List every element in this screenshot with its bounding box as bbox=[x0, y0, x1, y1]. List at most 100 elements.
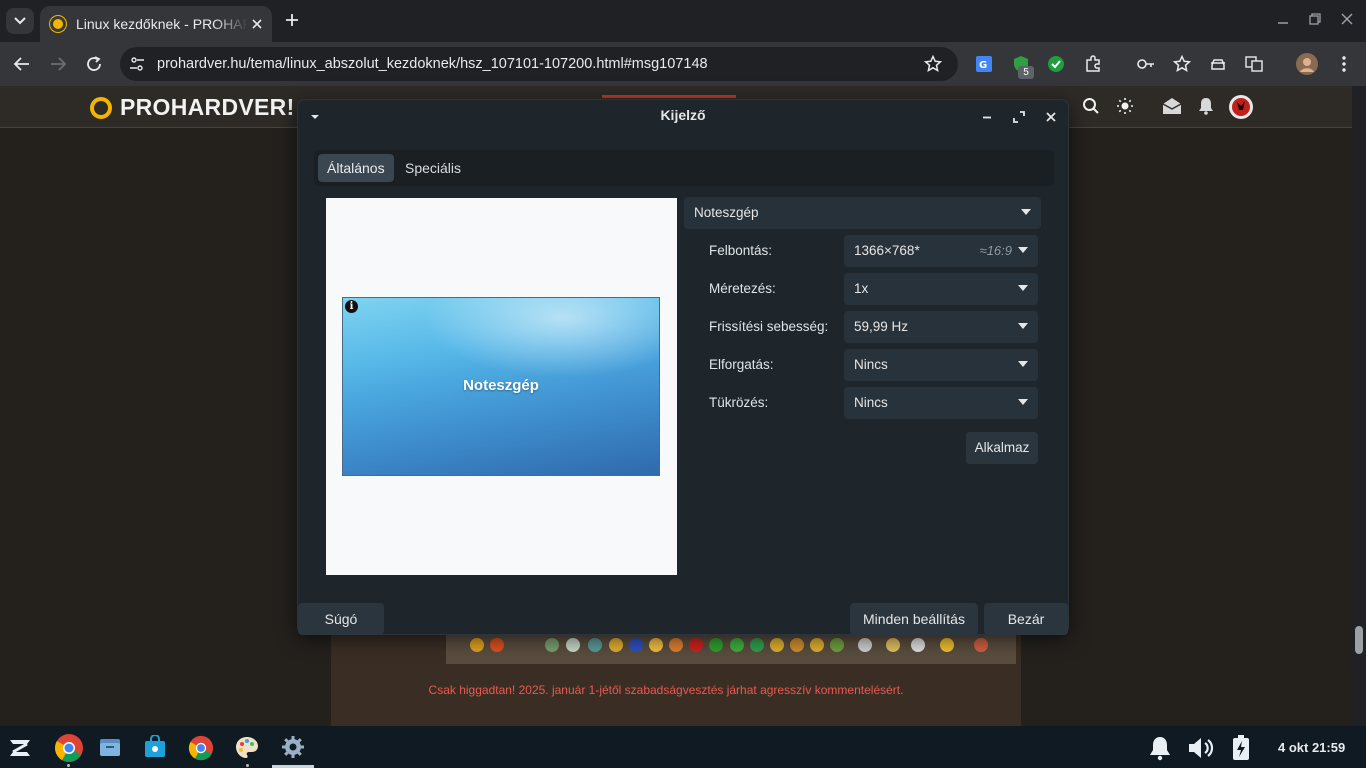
resolution-value: 1366×768* bbox=[854, 243, 920, 258]
apply-button[interactable]: Alkalmaz bbox=[966, 432, 1038, 464]
smiley-icon[interactable] bbox=[858, 638, 872, 652]
reload-button[interactable] bbox=[83, 53, 105, 75]
site-logo[interactable]: PROHARDVER! bbox=[90, 94, 295, 121]
smiley-icon[interactable] bbox=[629, 638, 643, 652]
search-icon[interactable] bbox=[1082, 97, 1100, 115]
monitor-preview[interactable]: i Noteszgép bbox=[342, 297, 660, 476]
prohardver-favicon-icon bbox=[50, 16, 66, 32]
volume-icon[interactable] bbox=[1187, 735, 1214, 761]
close-button[interactable]: Bezár bbox=[984, 603, 1068, 635]
mail-icon[interactable] bbox=[1162, 97, 1182, 115]
files-icon[interactable] bbox=[98, 735, 124, 761]
paint-palette-icon[interactable] bbox=[234, 735, 260, 761]
back-button[interactable] bbox=[11, 53, 33, 75]
smiley-icon[interactable] bbox=[730, 638, 744, 652]
tab-advanced[interactable]: Speciális bbox=[396, 154, 470, 182]
scrollbar-thumb[interactable] bbox=[1355, 626, 1363, 654]
refresh-rate-select[interactable]: 59,99 Hz bbox=[844, 311, 1038, 343]
clock[interactable]: 4 okt 21:59 bbox=[1278, 740, 1345, 755]
rotation-label: Elforgatás: bbox=[709, 357, 774, 372]
smiley-icon[interactable] bbox=[609, 638, 623, 652]
smiley-icon[interactable] bbox=[790, 638, 804, 652]
smiley-icon[interactable] bbox=[940, 638, 954, 652]
dialog-close-button[interactable] bbox=[1044, 110, 1058, 124]
bookmark-star-icon[interactable] bbox=[924, 55, 942, 73]
check-extension-icon[interactable] bbox=[1045, 53, 1067, 75]
battery-charging-icon[interactable] bbox=[1230, 735, 1256, 761]
url-text: prohardver.hu/tema/linux_abszolut_kezdok… bbox=[157, 56, 708, 72]
bookmarks-star-icon[interactable] bbox=[1171, 53, 1193, 75]
arrow-right-icon bbox=[51, 57, 67, 71]
help-button[interactable]: Súgó bbox=[298, 603, 384, 635]
mirroring-select[interactable]: Nincs bbox=[844, 387, 1038, 419]
scaling-label: Méretezés: bbox=[709, 281, 776, 296]
browser-menu-icon[interactable] bbox=[1333, 53, 1355, 75]
password-key-icon[interactable] bbox=[1135, 53, 1157, 75]
plus-icon bbox=[286, 14, 298, 26]
smiley-icon[interactable] bbox=[770, 638, 784, 652]
window-minimize-button[interactable] bbox=[1276, 12, 1290, 26]
site-settings-icon[interactable] bbox=[129, 56, 145, 72]
page-scrollbar[interactable] bbox=[1352, 86, 1366, 726]
all-settings-button[interactable]: Minden beállítás bbox=[850, 603, 978, 635]
minimize-icon bbox=[983, 116, 991, 119]
notification-bell-icon[interactable] bbox=[1147, 735, 1173, 761]
refresh-rate-value: 59,99 Hz bbox=[854, 319, 909, 334]
dropdown-arrow-icon bbox=[1018, 399, 1028, 405]
chevron-down-icon bbox=[14, 17, 26, 25]
new-tab-button[interactable] bbox=[282, 10, 302, 30]
google-translate-extension-icon[interactable]: G bbox=[973, 53, 995, 75]
browser-tab[interactable]: Linux kezdőknek - PROHARDVER! Téma bbox=[40, 6, 272, 42]
rotation-value: Nincs bbox=[854, 357, 888, 372]
smiley-icon[interactable] bbox=[588, 638, 602, 652]
resolution-select[interactable]: 1366×768* ≈16:9 bbox=[844, 235, 1038, 267]
dropdown-arrow-icon bbox=[1018, 285, 1028, 291]
monitor-label: Noteszgép bbox=[463, 377, 539, 394]
smiley-icon[interactable] bbox=[490, 638, 504, 652]
smiley-icon[interactable] bbox=[974, 638, 988, 652]
mirroring-value: Nincs bbox=[854, 395, 888, 410]
smiley-icon[interactable] bbox=[750, 638, 764, 652]
smiley-icon[interactable] bbox=[470, 638, 484, 652]
smiley-icon[interactable] bbox=[911, 638, 925, 652]
smiley-icon[interactable] bbox=[649, 638, 663, 652]
smiley-icon[interactable] bbox=[810, 638, 824, 652]
notification-bell-icon[interactable] bbox=[1197, 97, 1215, 115]
zorin-menu-icon[interactable] bbox=[7, 735, 33, 761]
software-store-icon[interactable] bbox=[143, 735, 169, 761]
extensions-puzzle-icon[interactable] bbox=[1082, 53, 1104, 75]
tab-general[interactable]: Általános bbox=[318, 154, 394, 182]
window-close-button[interactable] bbox=[1340, 12, 1354, 26]
chrome-app-icon[interactable] bbox=[188, 735, 214, 761]
profile-avatar[interactable] bbox=[1296, 53, 1318, 75]
dialog-minimize-button[interactable] bbox=[980, 110, 994, 124]
smiley-icon[interactable] bbox=[669, 638, 683, 652]
display-select[interactable]: Noteszgép bbox=[684, 197, 1041, 229]
scaling-value: 1x bbox=[854, 281, 869, 296]
smiley-icon[interactable] bbox=[886, 638, 900, 652]
smiley-icon[interactable] bbox=[545, 638, 559, 652]
smiley-icon[interactable] bbox=[709, 638, 723, 652]
chrome-icon[interactable] bbox=[54, 733, 84, 763]
vehicle-extension-icon[interactable] bbox=[1207, 53, 1229, 75]
smiley-icon[interactable] bbox=[689, 638, 703, 652]
tab-close-icon[interactable] bbox=[252, 19, 262, 29]
address-bar[interactable]: prohardver.hu/tema/linux_abszolut_kezdok… bbox=[120, 47, 958, 81]
smiley-icon[interactable] bbox=[830, 638, 844, 652]
running-indicator bbox=[246, 764, 249, 767]
tab-search-button[interactable] bbox=[6, 8, 34, 34]
theme-sun-icon[interactable] bbox=[1116, 97, 1134, 115]
rotation-select[interactable]: Nincs bbox=[844, 349, 1038, 381]
forward-button[interactable] bbox=[47, 53, 69, 75]
running-indicator bbox=[67, 764, 70, 767]
dialog-maximize-button[interactable] bbox=[1012, 110, 1026, 124]
extension-count-badge: 5 bbox=[1018, 66, 1034, 79]
reload-icon bbox=[87, 56, 101, 71]
window-restore-button[interactable] bbox=[1308, 12, 1322, 26]
translate-icon[interactable] bbox=[1243, 53, 1265, 75]
scaling-select[interactable]: 1x bbox=[844, 273, 1038, 305]
settings-gear-icon[interactable] bbox=[281, 735, 307, 761]
info-icon[interactable]: i bbox=[345, 300, 358, 313]
user-avatar[interactable] bbox=[1229, 95, 1253, 119]
smiley-icon[interactable] bbox=[566, 638, 580, 652]
